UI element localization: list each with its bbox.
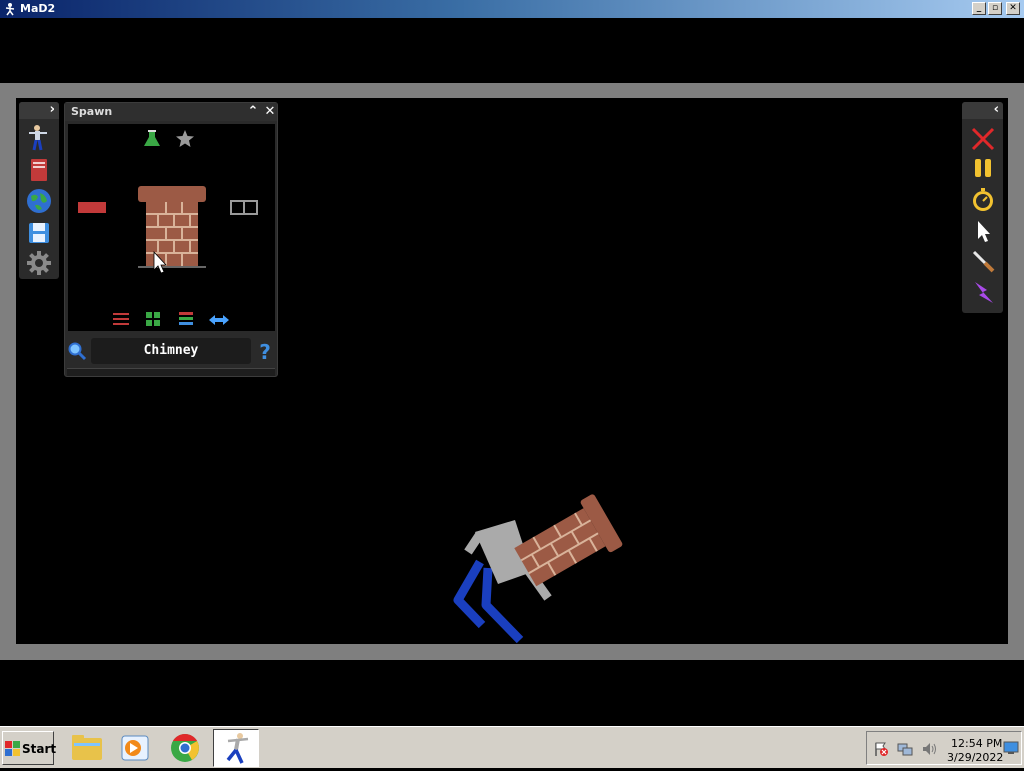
chevron-right-icon[interactable]: › bbox=[50, 102, 55, 117]
app-icon bbox=[5, 3, 15, 16]
chimney-object[interactable] bbox=[510, 493, 623, 593]
spawn-panel-footer bbox=[67, 368, 275, 376]
flip-arrows-icon[interactable] bbox=[209, 315, 229, 325]
show-desktop-icon[interactable] bbox=[1003, 741, 1019, 755]
taskbar-mad2[interactable] bbox=[213, 729, 259, 767]
game-scene bbox=[453, 493, 623, 644]
layers-icon[interactable] bbox=[179, 312, 193, 325]
taskbar-chrome[interactable] bbox=[162, 729, 208, 767]
pause-icon[interactable] bbox=[969, 155, 997, 183]
lightning-icon[interactable] bbox=[969, 278, 997, 306]
start-label: Start bbox=[22, 742, 57, 756]
floppy-save-icon[interactable] bbox=[25, 219, 53, 247]
next-item-frame[interactable] bbox=[230, 200, 258, 215]
collapse-chevron-up-icon[interactable]: ⌃ bbox=[245, 104, 261, 120]
previous-item-brick[interactable] bbox=[78, 202, 106, 213]
spawn-panel-title: Spawn bbox=[71, 105, 113, 118]
taskbar-explorer[interactable] bbox=[64, 729, 110, 767]
ragdoll-icon[interactable] bbox=[25, 123, 53, 151]
close-x-icon[interactable] bbox=[969, 125, 997, 153]
right-tool-strip: ‹ bbox=[962, 102, 1003, 313]
left-tool-strip: › bbox=[19, 102, 59, 279]
gear-icon[interactable] bbox=[25, 249, 53, 277]
action-center-flag-icon[interactable] bbox=[873, 741, 889, 757]
book-icon[interactable] bbox=[25, 156, 53, 184]
restore-button[interactable]: ▫ bbox=[988, 2, 1002, 15]
grid-icon[interactable] bbox=[146, 312, 160, 326]
knife-icon[interactable] bbox=[969, 247, 997, 275]
close-window-button[interactable]: ✕ bbox=[1006, 2, 1020, 15]
star-icon[interactable] bbox=[176, 130, 194, 147]
spawn-preview bbox=[68, 124, 275, 331]
taskbar: Start 12:54 PM 3/29/2022 bbox=[0, 726, 1024, 768]
ragdoll-app-icon bbox=[226, 733, 249, 764]
chrome-icon bbox=[171, 734, 199, 762]
stopwatch-icon[interactable] bbox=[969, 186, 997, 214]
globe-icon[interactable] bbox=[25, 187, 53, 215]
flask-icon[interactable] bbox=[144, 130, 160, 146]
network-icon[interactable] bbox=[897, 741, 913, 757]
right-strip-header: ‹ bbox=[962, 102, 1003, 119]
window-titlebar: MaD2 _ ▫ ✕ bbox=[0, 0, 1024, 18]
system-tray: 12:54 PM 3/29/2022 bbox=[866, 731, 1022, 765]
search-row: Chimney ? bbox=[65, 336, 277, 366]
search-icon[interactable] bbox=[67, 341, 87, 361]
minimize-button[interactable]: _ bbox=[972, 2, 986, 15]
sliders-icon[interactable] bbox=[113, 313, 129, 325]
folder-icon bbox=[72, 735, 102, 760]
close-panel-icon[interactable]: ✕ bbox=[262, 104, 278, 120]
clock-date[interactable]: 3/29/2022 bbox=[947, 751, 1003, 764]
window-title: MaD2 bbox=[20, 2, 56, 15]
media-player-icon bbox=[121, 735, 149, 761]
volume-icon[interactable] bbox=[921, 741, 937, 757]
clock-time[interactable]: 12:54 PM bbox=[951, 737, 1002, 750]
chimney-preview[interactable] bbox=[138, 186, 206, 268]
windows-logo-icon bbox=[5, 741, 20, 756]
help-icon[interactable]: ? bbox=[257, 340, 273, 362]
item-name-field[interactable]: Chimney bbox=[91, 338, 251, 364]
start-button[interactable]: Start bbox=[2, 731, 57, 765]
svg-text:?: ? bbox=[259, 340, 271, 362]
taskbar-media-player[interactable] bbox=[112, 729, 158, 767]
spawn-panel: Spawn ⌃ ✕ Chimney ? bbox=[64, 102, 278, 377]
left-strip-header: › bbox=[19, 102, 59, 119]
cursor-icon[interactable] bbox=[969, 217, 997, 245]
spawn-panel-header: Spawn ⌃ ✕ bbox=[65, 103, 277, 121]
chevron-left-icon[interactable]: ‹ bbox=[994, 102, 999, 117]
